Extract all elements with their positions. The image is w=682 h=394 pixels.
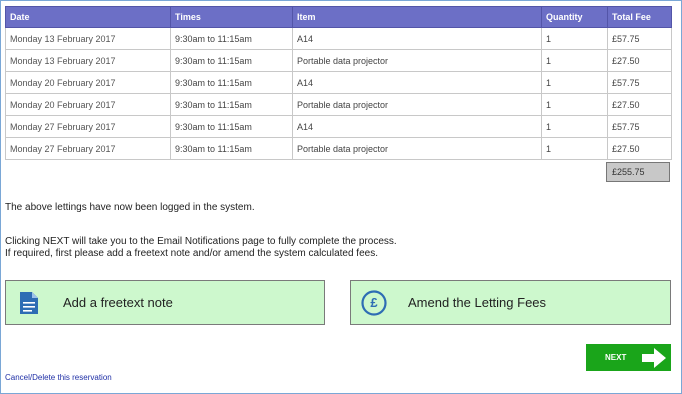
table-row: Monday 27 February 2017 9:30am to 11:15a… bbox=[5, 115, 672, 138]
cell-total-fee: £57.75 bbox=[607, 71, 672, 94]
cell-quantity: 1 bbox=[541, 137, 608, 160]
cell-total-fee: £57.75 bbox=[607, 27, 672, 50]
cell-item: Portable data projector bbox=[292, 137, 542, 160]
cell-item: A14 bbox=[292, 71, 542, 94]
cell-date: Monday 27 February 2017 bbox=[5, 137, 171, 160]
column-header-date: Date bbox=[5, 6, 171, 28]
table-row: Monday 20 February 2017 9:30am to 11:15a… bbox=[5, 93, 672, 116]
column-header-item: Item bbox=[292, 6, 542, 28]
grand-total: £255.75 bbox=[606, 162, 670, 182]
cell-total-fee: £27.50 bbox=[607, 49, 672, 72]
column-header-times: Times bbox=[170, 6, 293, 28]
table-row: Monday 20 February 2017 9:30am to 11:15a… bbox=[5, 71, 672, 94]
amend-letting-fees-button[interactable]: £ Amend the Letting Fees bbox=[350, 280, 671, 325]
cell-total-fee: £27.50 bbox=[607, 137, 672, 160]
lettings-table: Date Times Item Quantity Total Fee Monda… bbox=[5, 6, 672, 160]
cell-item: A14 bbox=[292, 27, 542, 50]
amend-letting-fees-label: Amend the Letting Fees bbox=[408, 295, 547, 310]
next-label: NEXT bbox=[605, 353, 627, 362]
cell-quantity: 1 bbox=[541, 93, 608, 116]
cell-date: Monday 13 February 2017 bbox=[5, 49, 171, 72]
add-freetext-note-button[interactable]: Add a freetext note bbox=[5, 280, 325, 325]
table-row: Monday 13 February 2017 9:30am to 11:15a… bbox=[5, 27, 672, 50]
cell-date: Monday 13 February 2017 bbox=[5, 27, 171, 50]
cancel-delete-reservation-link[interactable]: Cancel/Delete this reservation bbox=[5, 373, 112, 382]
column-header-total-fee: Total Fee bbox=[607, 6, 672, 28]
pound-circle-icon: £ bbox=[361, 289, 387, 316]
cell-date: Monday 20 February 2017 bbox=[5, 93, 171, 116]
cell-quantity: 1 bbox=[541, 27, 608, 50]
cell-item: Portable data projector bbox=[292, 93, 542, 116]
pound-symbol: £ bbox=[370, 294, 378, 310]
add-freetext-note-label: Add a freetext note bbox=[63, 295, 173, 310]
cell-total-fee: £27.50 bbox=[607, 93, 672, 116]
table-row: Monday 27 February 2017 9:30am to 11:15a… bbox=[5, 137, 672, 160]
arrow-right-icon bbox=[641, 347, 667, 369]
next-button[interactable]: NEXT bbox=[586, 344, 671, 371]
cell-times: 9:30am to 11:15am bbox=[170, 137, 293, 160]
cell-times: 9:30am to 11:15am bbox=[170, 27, 293, 50]
cell-item: A14 bbox=[292, 115, 542, 138]
cell-quantity: 1 bbox=[541, 115, 608, 138]
cell-times: 9:30am to 11:15am bbox=[170, 71, 293, 94]
cell-times: 9:30am to 11:15am bbox=[170, 49, 293, 72]
required-info-message: If required, first please add a freetext… bbox=[5, 248, 378, 259]
cell-date: Monday 20 February 2017 bbox=[5, 71, 171, 94]
cell-item: Portable data projector bbox=[292, 49, 542, 72]
cell-quantity: 1 bbox=[541, 49, 608, 72]
table-header-row: Date Times Item Quantity Total Fee bbox=[5, 6, 672, 28]
logged-message: The above lettings have now been logged … bbox=[5, 202, 255, 213]
cell-quantity: 1 bbox=[541, 71, 608, 94]
cell-times: 9:30am to 11:15am bbox=[170, 115, 293, 138]
table-row: Monday 13 February 2017 9:30am to 11:15a… bbox=[5, 49, 672, 72]
column-header-quantity: Quantity bbox=[541, 6, 608, 28]
document-icon bbox=[19, 291, 39, 315]
next-info-message: Clicking NEXT will take you to the Email… bbox=[5, 236, 397, 247]
cell-times: 9:30am to 11:15am bbox=[170, 93, 293, 116]
cell-date: Monday 27 February 2017 bbox=[5, 115, 171, 138]
cell-total-fee: £57.75 bbox=[607, 115, 672, 138]
